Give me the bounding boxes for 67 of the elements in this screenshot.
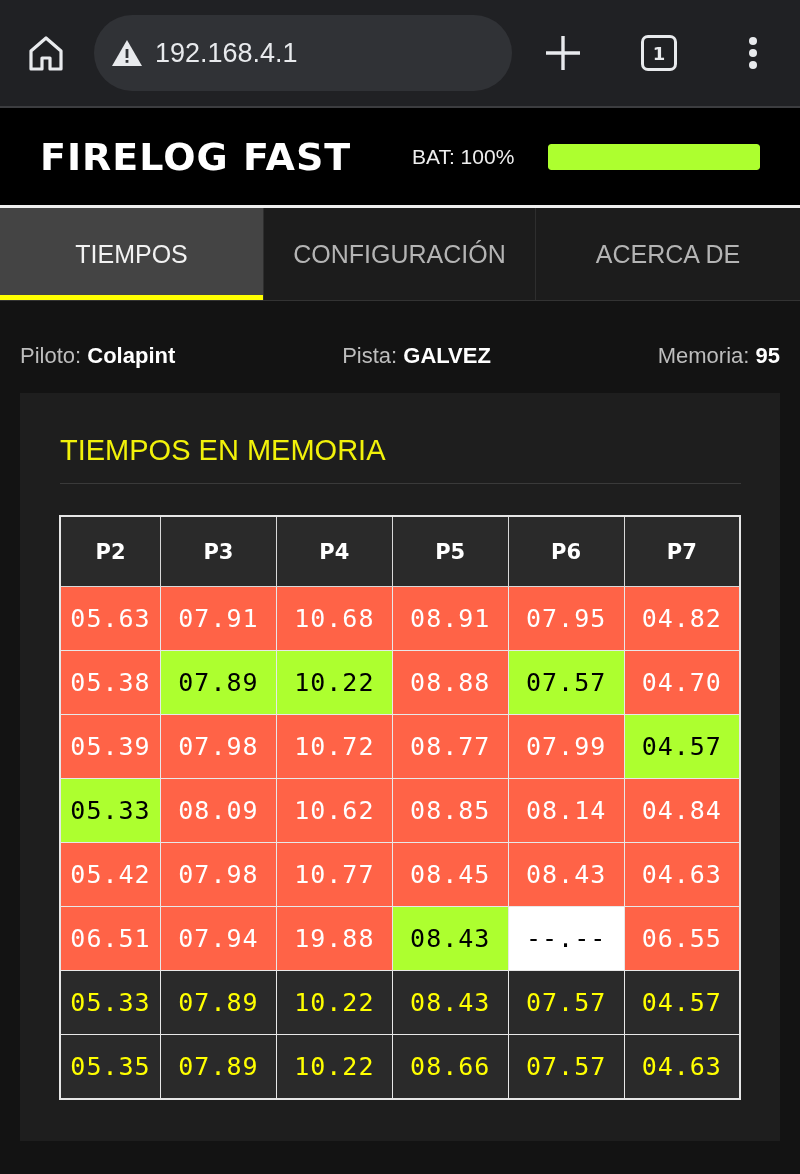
time-cell: 19.88: [276, 906, 393, 971]
app-title: FIRELOG FAST: [40, 134, 353, 179]
time-cell: 07.89: [160, 1034, 277, 1099]
column-header: P6: [508, 516, 625, 587]
time-cell: 04.82: [624, 586, 740, 651]
time-cell: 05.42: [60, 842, 161, 907]
time-cell: 05.35: [60, 1034, 161, 1099]
time-cell: 07.94: [160, 906, 277, 971]
tab-count-button[interactable]: 1: [641, 35, 677, 71]
time-cell: 05.33: [60, 970, 161, 1035]
new-tab-icon[interactable]: [546, 36, 580, 70]
time-cell: 07.99: [508, 714, 625, 779]
time-cell: 08.85: [392, 778, 509, 843]
time-cell: 08.88: [392, 650, 509, 715]
menu-icon[interactable]: [748, 36, 758, 70]
time-cell: 10.22: [276, 970, 393, 1035]
time-cell: 06.51: [60, 906, 161, 971]
time-cell: 07.57: [508, 1034, 625, 1099]
time-cell: 10.72: [276, 714, 393, 779]
time-cell: 04.63: [624, 842, 740, 907]
time-cell: 04.57: [624, 714, 740, 779]
battery-label: BAT: 100%: [412, 144, 516, 169]
time-cell: 05.39: [60, 714, 161, 779]
time-cell: 10.68: [276, 586, 393, 651]
time-cell: 07.89: [160, 650, 277, 715]
time-cell: 08.77: [392, 714, 509, 779]
column-header: P5: [392, 516, 509, 587]
column-header: P3: [160, 516, 277, 587]
address-bar[interactable]: 192.168.4.1: [94, 15, 512, 91]
time-cell: 05.63: [60, 586, 161, 651]
time-cell: 07.57: [508, 970, 625, 1035]
warning-icon: [112, 40, 142, 66]
column-header: P7: [624, 516, 740, 587]
time-cell: 07.95: [508, 586, 625, 651]
time-cell: 04.63: [624, 1034, 740, 1099]
time-cell: 05.38: [60, 650, 161, 715]
time-cell: 06.55: [624, 906, 740, 971]
home-icon[interactable]: [28, 35, 64, 71]
column-header: P2: [60, 516, 161, 587]
time-cell: 04.70: [624, 650, 740, 715]
time-cell: 10.22: [276, 650, 393, 715]
time-cell: 07.98: [160, 842, 277, 907]
time-cell: 07.89: [160, 970, 277, 1035]
time-cell: 08.14: [508, 778, 625, 843]
tab[interactable]: TIEMPOS: [0, 208, 263, 300]
time-cell: 04.57: [624, 970, 740, 1035]
time-cell: 07.98: [160, 714, 277, 779]
time-cell: 10.22: [276, 1034, 393, 1099]
time-cell: --.--: [508, 906, 625, 971]
time-cell: 08.43: [392, 970, 509, 1035]
time-cell: 04.84: [624, 778, 740, 843]
column-header: P4: [276, 516, 393, 587]
time-cell: 08.91: [392, 586, 509, 651]
time-cell: 10.77: [276, 842, 393, 907]
info-text: Piloto: Colapint: [20, 343, 176, 369]
time-cell: 08.45: [392, 842, 509, 907]
time-cell: 08.66: [392, 1034, 509, 1099]
time-cell: 08.43: [508, 842, 625, 907]
info-text: Memoria: 95: [657, 343, 780, 369]
time-cell: 08.43: [392, 906, 509, 971]
time-cell: 07.57: [508, 650, 625, 715]
card-title: TIEMPOS EN MEMORIA: [60, 433, 741, 484]
time-cell: 05.33: [60, 778, 161, 843]
time-cell: 07.91: [160, 586, 277, 651]
time-cell: 08.09: [160, 778, 277, 843]
time-cell: 10.62: [276, 778, 393, 843]
info-text: Pista: GALVEZ: [342, 343, 491, 369]
